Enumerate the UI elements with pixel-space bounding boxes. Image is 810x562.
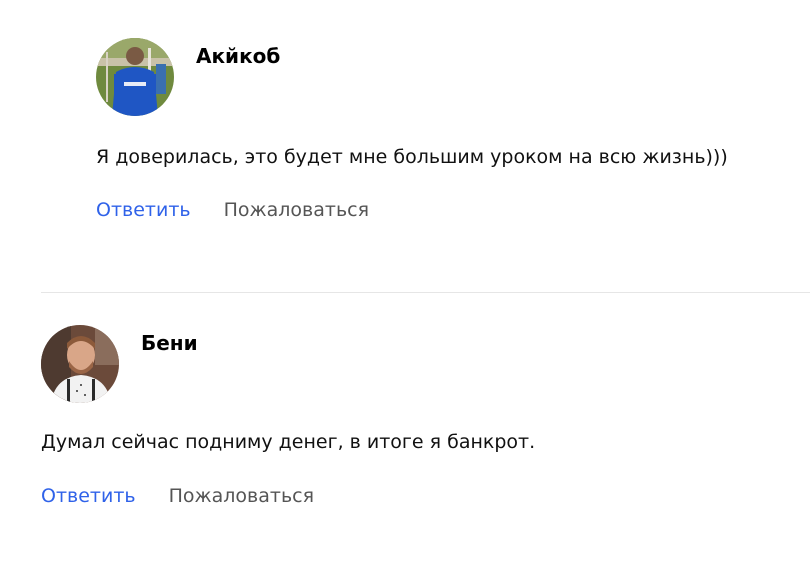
comment-actions: Ответить Пожаловаться bbox=[41, 485, 314, 507]
reply-button[interactable]: Ответить bbox=[41, 485, 136, 507]
user-avatar-photo bbox=[96, 38, 174, 116]
report-button[interactable]: Пожаловаться bbox=[169, 485, 314, 507]
avatar[interactable] bbox=[96, 38, 174, 116]
report-button[interactable]: Пожаловаться bbox=[224, 199, 369, 221]
comment-author: Акйкоб bbox=[196, 44, 281, 68]
comment-divider bbox=[41, 292, 810, 293]
user-avatar-photo bbox=[41, 325, 119, 403]
comment-author: Бени bbox=[141, 331, 198, 355]
comment-text: Думал сейчас подниму денег, в итоге я ба… bbox=[41, 431, 536, 453]
comment-text: Я доверилась, это будет мне большим урок… bbox=[96, 146, 728, 168]
comment-actions: Ответить Пожаловаться bbox=[96, 199, 369, 221]
reply-button[interactable]: Ответить bbox=[96, 199, 191, 221]
avatar[interactable] bbox=[41, 325, 119, 403]
